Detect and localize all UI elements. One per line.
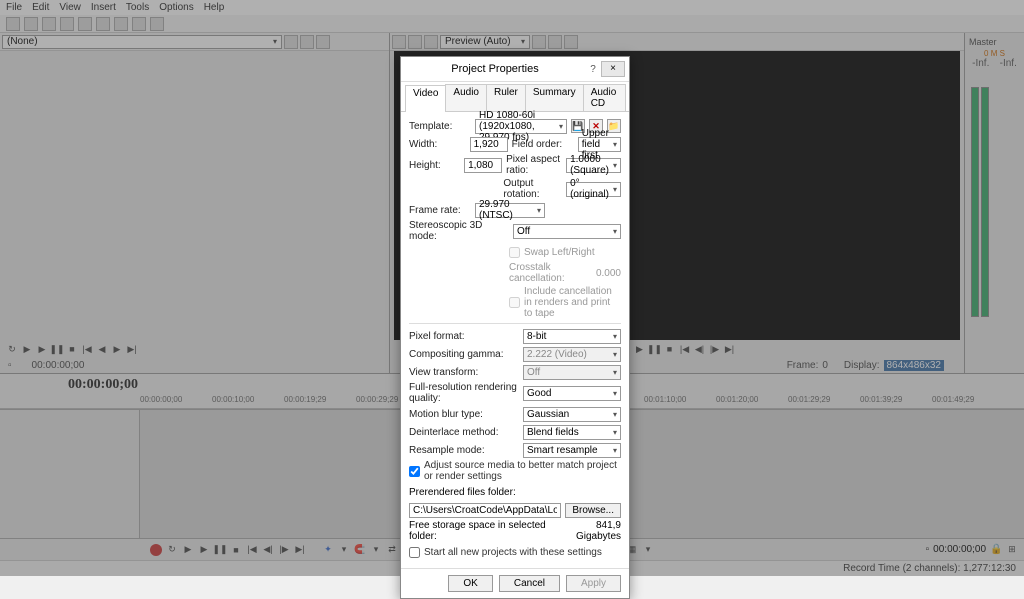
tab-audio-cd[interactable]: Audio CD (583, 84, 626, 111)
include-cancel-label: Include cancellation in renders and prin… (524, 286, 621, 319)
prerender-path-field[interactable] (409, 503, 561, 518)
adjust-label: Adjust source media to better match proj… (424, 460, 621, 482)
template-label: Template: (409, 121, 471, 132)
free-space-value: 841,9 Gigabytes (576, 520, 621, 542)
framerate-label: Frame rate: (409, 205, 471, 216)
include-cancel-checkbox (509, 297, 520, 308)
help-icon[interactable]: ? (585, 64, 601, 75)
rotation-label: Output rotation: (503, 178, 562, 200)
free-space-label: Free storage space in selected folder: (409, 520, 572, 542)
quality-label: Full-resolution rendering quality: (409, 382, 519, 404)
blur-label: Motion blur type: (409, 409, 519, 420)
width-label: Width: (409, 139, 466, 150)
pixel-format-select[interactable]: 8-bit (523, 329, 621, 344)
stereo-select[interactable]: Off (513, 224, 621, 239)
resample-label: Resample mode: (409, 445, 519, 456)
view-transform-label: View transform: (409, 367, 519, 378)
match-media-icon[interactable]: 📁 (607, 119, 621, 133)
tab-ruler[interactable]: Ruler (486, 84, 526, 111)
prerender-label: Prerendered files folder: (409, 487, 516, 498)
start-all-checkbox[interactable] (409, 547, 420, 558)
par-select[interactable]: 1.0000 (Square) (566, 158, 621, 173)
field-order-select[interactable]: Upper field first (578, 137, 621, 152)
swap-checkbox (509, 247, 520, 258)
deint-label: Deinterlace method: (409, 427, 519, 438)
deint-select[interactable]: Blend fields (523, 425, 621, 440)
tab-audio[interactable]: Audio (445, 84, 487, 111)
field-order-label: Field order: (512, 139, 574, 150)
stereo-label: Stereoscopic 3D mode: (409, 220, 509, 242)
project-properties-dialog: Project Properties ? × Video Audio Ruler… (400, 56, 630, 599)
quality-select[interactable]: Good (523, 386, 621, 401)
tab-video[interactable]: Video (405, 85, 446, 112)
crosstalk-value: 0.000 (596, 268, 621, 279)
apply-button: Apply (566, 575, 621, 592)
browse-button[interactable]: Browse... (565, 503, 621, 518)
height-label: Height: (409, 160, 460, 171)
gamma-select: 2.222 (Video) (523, 347, 621, 362)
resample-select[interactable]: Smart resample (523, 443, 621, 458)
crosstalk-label: Crosstalk cancellation: (509, 262, 576, 284)
swap-label: Swap Left/Right (524, 247, 595, 258)
blur-select[interactable]: Gaussian (523, 407, 621, 422)
cancel-button[interactable]: Cancel (499, 575, 560, 592)
ok-button[interactable]: OK (448, 575, 492, 592)
gamma-label: Compositing gamma: (409, 349, 519, 360)
adjust-checkbox[interactable] (409, 466, 420, 477)
close-icon[interactable]: × (601, 61, 625, 77)
rotation-select[interactable]: 0° (original) (566, 182, 621, 197)
dialog-title: Project Properties (405, 63, 585, 75)
par-label: Pixel aspect ratio: (506, 154, 562, 176)
view-transform-select: Off (523, 365, 621, 380)
dialog-tabs: Video Audio Ruler Summary Audio CD (401, 82, 629, 112)
template-select[interactable]: HD 1080-60i (1920x1080, 29.970 fps) (475, 119, 567, 134)
start-all-label: Start all new projects with these settin… (424, 547, 602, 558)
height-field[interactable] (464, 158, 502, 173)
framerate-select[interactable]: 29.970 (NTSC) (475, 203, 545, 218)
width-field[interactable] (470, 137, 508, 152)
pixel-format-label: Pixel format: (409, 331, 519, 342)
tab-summary[interactable]: Summary (525, 84, 584, 111)
